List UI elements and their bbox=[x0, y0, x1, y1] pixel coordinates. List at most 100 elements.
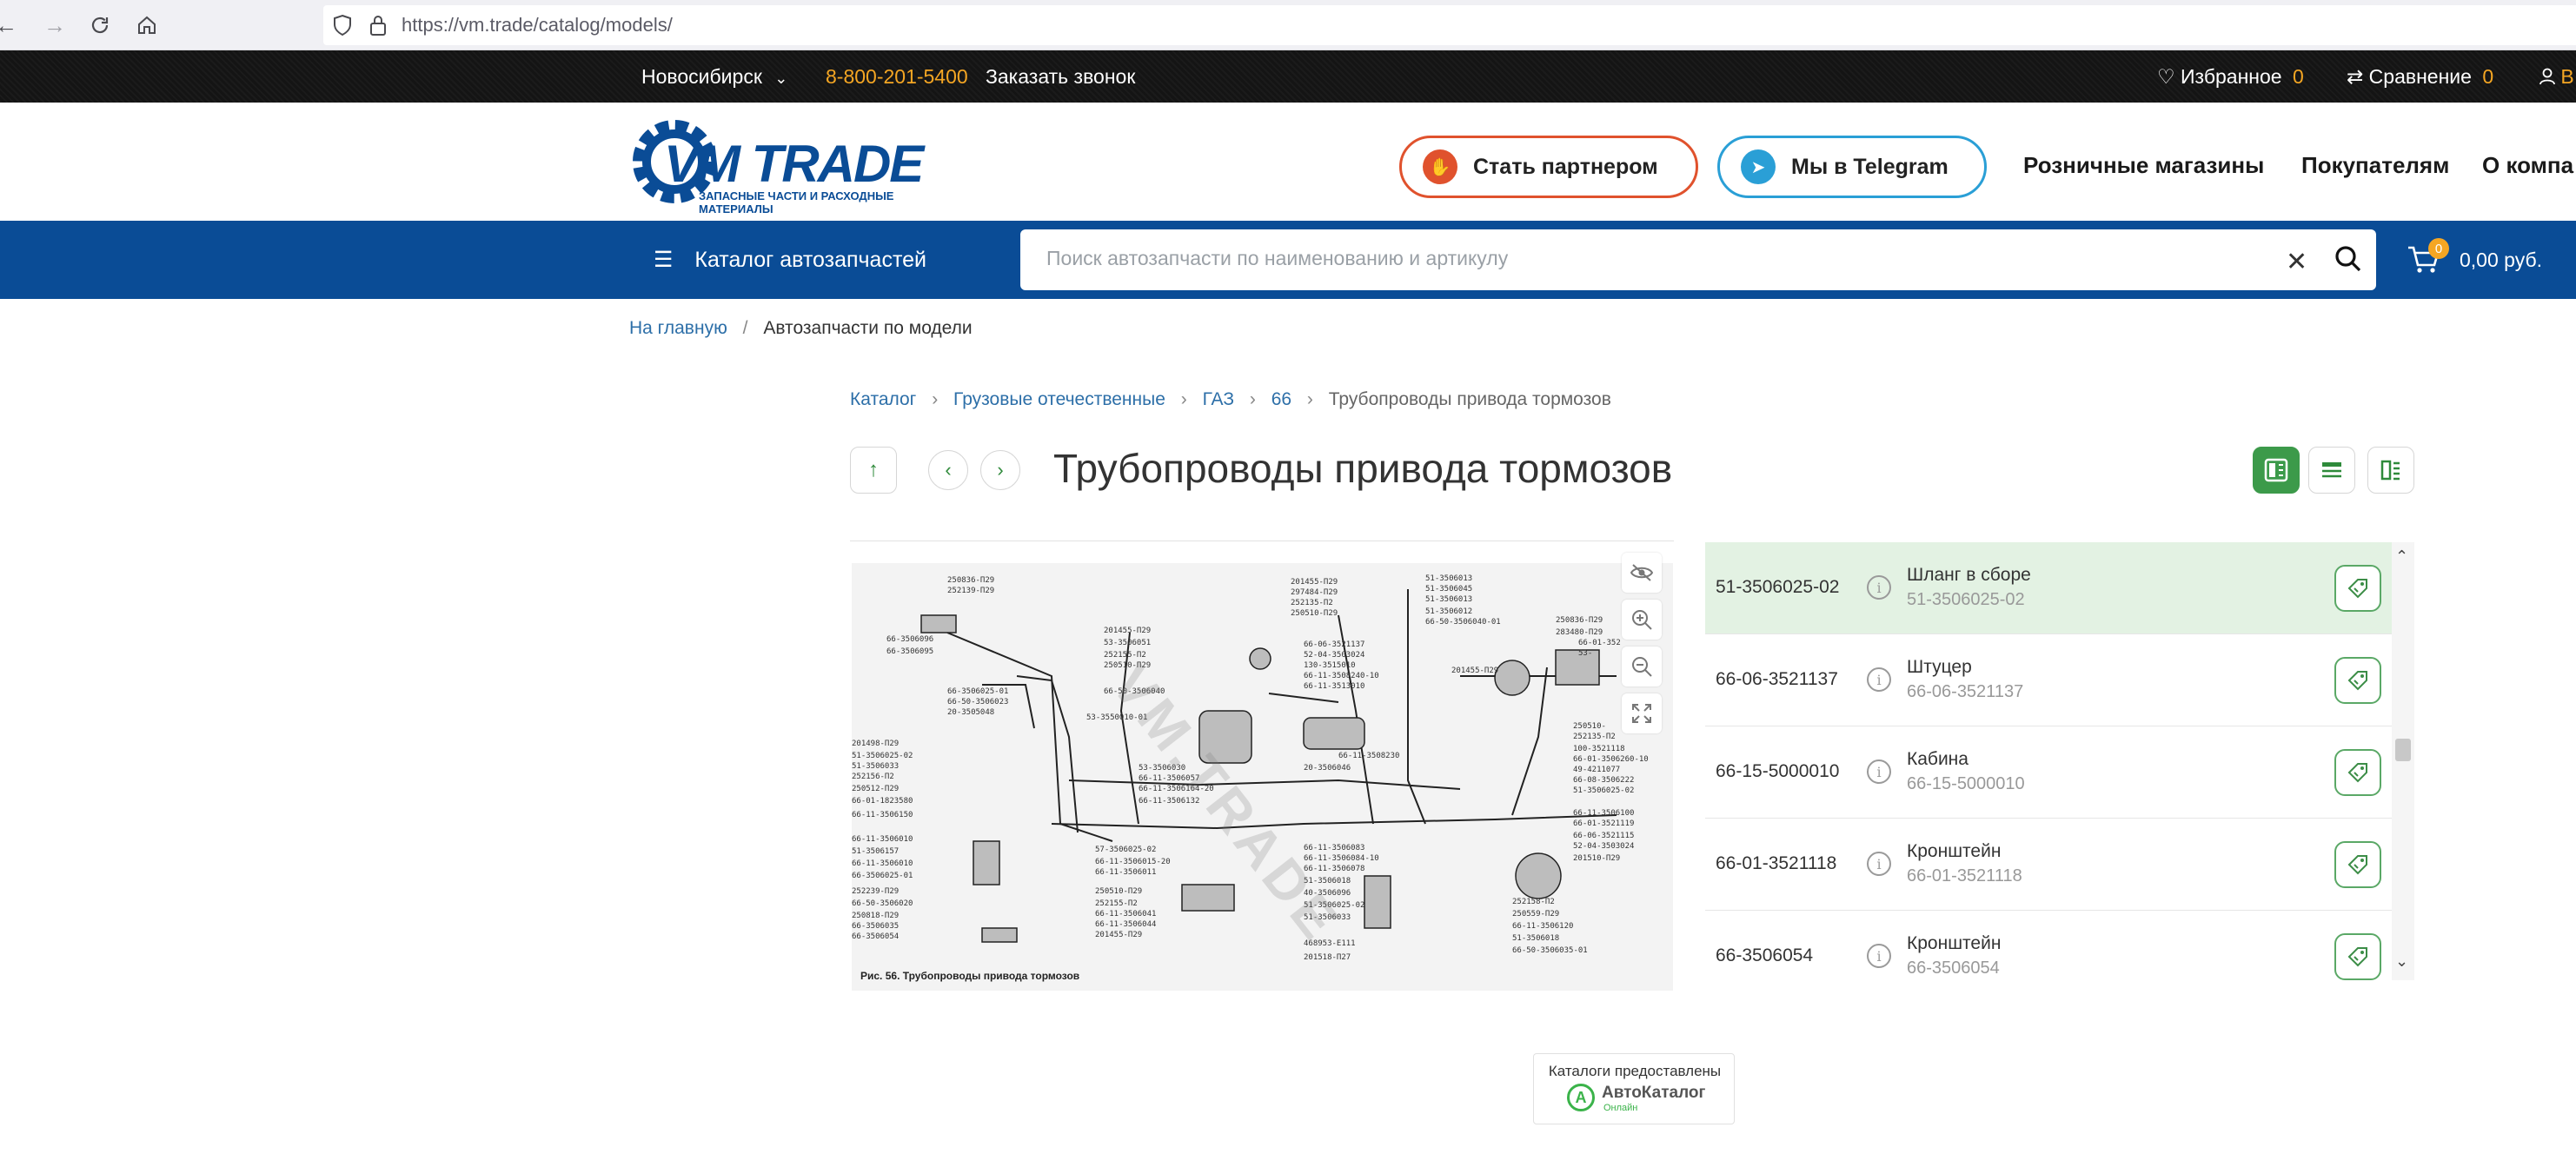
nav-about[interactable]: О компа bbox=[2482, 152, 2576, 179]
catalog-menu-label: Каталог автозапчастей bbox=[694, 248, 927, 272]
info-icon[interactable]: i bbox=[1867, 667, 1891, 692]
part-article[interactable]: 66-15-5000010 bbox=[1716, 761, 1839, 782]
list-view-icon bbox=[2322, 462, 2341, 478]
part-article[interactable]: 66-06-3521137 bbox=[1716, 669, 1838, 690]
add-to-cart-button[interactable] bbox=[2334, 749, 2381, 796]
price-tag-icon bbox=[2347, 579, 2367, 599]
catalog-menu-button[interactable]: ☰ Каталог автозапчастей bbox=[654, 247, 926, 273]
telegram-button[interactable]: ➤ Мы в Telegram bbox=[1717, 136, 1987, 198]
view-split-button[interactable] bbox=[2253, 447, 2300, 494]
scroll-down-icon[interactable]: ⌄ bbox=[2395, 952, 2408, 971]
part-name[interactable]: Кабина bbox=[1907, 749, 1969, 770]
breadcrumb-home[interactable]: На главную bbox=[629, 318, 727, 338]
view-columns-button[interactable] bbox=[2367, 447, 2414, 494]
chevron-down-icon: ⌄ bbox=[774, 70, 788, 87]
view-list-button[interactable] bbox=[2308, 447, 2355, 494]
heart-icon: ♡ bbox=[2157, 65, 2175, 88]
info-icon[interactable]: i bbox=[1867, 944, 1891, 968]
shield-icon[interactable] bbox=[332, 14, 353, 41]
partner-button[interactable]: ✋ Стать партнером bbox=[1399, 136, 1698, 198]
svg-text:66-11-3508240-10: 66-11-3508240-10 bbox=[1304, 672, 1379, 680]
zoom-in-button[interactable] bbox=[1622, 600, 1662, 640]
scrollbar-thumb[interactable] bbox=[2395, 739, 2411, 761]
callback-link[interactable]: Заказать звонок bbox=[986, 63, 1135, 90]
part-row[interactable]: 66-06-3521137 i Штуцер 66-06-3521137 bbox=[1705, 634, 2392, 726]
part-article[interactable]: 66-01-3521118 bbox=[1716, 853, 1836, 874]
add-to-cart-button[interactable] bbox=[2334, 565, 2381, 612]
compare-label: Сравнение bbox=[2368, 65, 2472, 88]
zoom-in-icon bbox=[1632, 610, 1652, 630]
svg-text:51-3506157: 51-3506157 bbox=[852, 847, 899, 856]
search-input[interactable]: Поиск автозапчасти по наименованию и арт… bbox=[1046, 247, 1508, 270]
svg-text:57-3506025-02: 57-3506025-02 bbox=[1095, 846, 1156, 854]
partner-button-label: Стать партнером bbox=[1473, 154, 1658, 179]
price-tag-icon bbox=[2347, 671, 2367, 691]
fullscreen-button[interactable] bbox=[1622, 693, 1662, 733]
part-name[interactable]: Кронштейн bbox=[1907, 933, 2001, 954]
compare-count: 0 bbox=[2482, 65, 2494, 88]
compare-link[interactable]: ⇄ Сравнение 0 bbox=[2347, 63, 2493, 90]
cart-count-badge: 0 bbox=[2428, 238, 2449, 259]
account-link[interactable]: В bbox=[2539, 63, 2576, 90]
clear-search-icon[interactable]: ✕ bbox=[2286, 247, 2307, 277]
phone-link[interactable]: 8-800-201-5400 bbox=[826, 63, 968, 90]
scroll-up-icon[interactable]: ⌃ bbox=[2395, 547, 2408, 566]
svg-text:66-08-3506222: 66-08-3506222 bbox=[1573, 776, 1634, 785]
part-article[interactable]: 51-3506025-02 bbox=[1716, 577, 1839, 598]
svg-text:250512-П29: 250512-П29 bbox=[852, 785, 899, 793]
crumb-catalog[interactable]: Каталог bbox=[850, 389, 916, 409]
svg-text:51-3506033: 51-3506033 bbox=[852, 762, 899, 771]
up-level-button[interactable]: ↑ bbox=[850, 447, 897, 494]
svg-text:66-3506025-01: 66-3506025-01 bbox=[947, 687, 1008, 696]
part-article[interactable]: 66-3506054 bbox=[1716, 945, 1813, 966]
part-code: 66-01-3521118 bbox=[1907, 866, 2022, 885]
svg-text:66-50-3506023: 66-50-3506023 bbox=[947, 698, 1008, 706]
add-to-cart-button[interactable] bbox=[2334, 841, 2381, 888]
reload-icon[interactable] bbox=[83, 9, 116, 42]
city-selector[interactable]: Новосибирск ⌄ bbox=[641, 63, 787, 91]
menu-list-icon: ☰ bbox=[654, 248, 674, 272]
next-page-button[interactable]: › bbox=[980, 450, 1020, 490]
page-title: Трубопроводы привода тормозов bbox=[1053, 446, 1673, 491]
nav-retail-stores[interactable]: Розничные магазины bbox=[2023, 152, 2264, 179]
svg-text:252239-П29: 252239-П29 bbox=[852, 887, 899, 896]
svg-text:51-3506013: 51-3506013 bbox=[1425, 595, 1472, 604]
svg-text:297484-П29: 297484-П29 bbox=[1291, 588, 1338, 597]
cart-total[interactable]: 0,00 руб. bbox=[2460, 249, 2542, 272]
add-to-cart-button[interactable] bbox=[2334, 933, 2381, 980]
svg-text:66-11-3513010: 66-11-3513010 bbox=[1304, 682, 1364, 691]
site-logo[interactable]: VM TRADE ЗАПАСНЫЕ ЧАСТИ И РАСХОДНЫЕ МАТЕ… bbox=[627, 115, 966, 216]
part-row[interactable]: 66-3506054 i Кронштейн 66-3506054 bbox=[1705, 911, 2392, 980]
part-row[interactable]: 66-01-3521118 i Кронштейн 66-01-3521118 bbox=[1705, 819, 2392, 911]
home-icon[interactable] bbox=[130, 9, 163, 42]
crumb-domestic-trucks[interactable]: Грузовые отечественные bbox=[953, 389, 1165, 409]
url-text[interactable]: https://vm.trade/catalog/models/ bbox=[402, 14, 673, 36]
favorites-link[interactable]: ♡ Избранное 0 bbox=[2157, 63, 2304, 90]
catalog-provider-badge[interactable]: Каталоги предоставлены A АвтоКаталог Онл… bbox=[1533, 1053, 1735, 1124]
toggle-labels-button[interactable] bbox=[1622, 553, 1662, 593]
search-icon[interactable] bbox=[2334, 245, 2362, 277]
part-name[interactable]: Кронштейн bbox=[1907, 841, 2001, 862]
forward-arrow-icon[interactable]: → bbox=[38, 9, 71, 42]
part-row[interactable]: 51-3506025-02 i Шланг в сборе 51-3506025-02 bbox=[1705, 542, 2392, 634]
account-label: В bbox=[2560, 65, 2574, 88]
lock-icon[interactable] bbox=[368, 14, 388, 41]
svg-text:252156-П2: 252156-П2 bbox=[852, 773, 894, 781]
add-to-cart-button[interactable] bbox=[2334, 657, 2381, 704]
part-name[interactable]: Шланг в сборе bbox=[1907, 565, 2031, 586]
nav-buyers[interactable]: Покупателям bbox=[2301, 152, 2449, 179]
crumb-66[interactable]: 66 bbox=[1271, 389, 1291, 409]
info-icon[interactable]: i bbox=[1867, 852, 1891, 876]
zoom-out-button[interactable] bbox=[1622, 647, 1662, 686]
back-arrow-icon[interactable]: ← bbox=[0, 9, 23, 42]
svg-text:250510-: 250510- bbox=[1573, 722, 1606, 731]
svg-text:51-3506025-02: 51-3506025-02 bbox=[1573, 786, 1634, 795]
info-icon[interactable]: i bbox=[1867, 575, 1891, 600]
part-row[interactable]: 66-15-5000010 i Кабина 66-15-5000010 bbox=[1705, 726, 2392, 819]
part-name[interactable]: Штуцер bbox=[1907, 657, 1972, 678]
info-icon[interactable]: i bbox=[1867, 759, 1891, 784]
crumb-gaz[interactable]: ГАЗ bbox=[1203, 389, 1234, 409]
parts-scrollbar[interactable]: ⌃ ⌄ bbox=[2392, 542, 2414, 980]
parts-diagram[interactable]: 66-3506096 66-3506095 250836-П29 252139-… bbox=[852, 563, 1673, 991]
prev-page-button[interactable]: ‹ bbox=[928, 450, 968, 490]
